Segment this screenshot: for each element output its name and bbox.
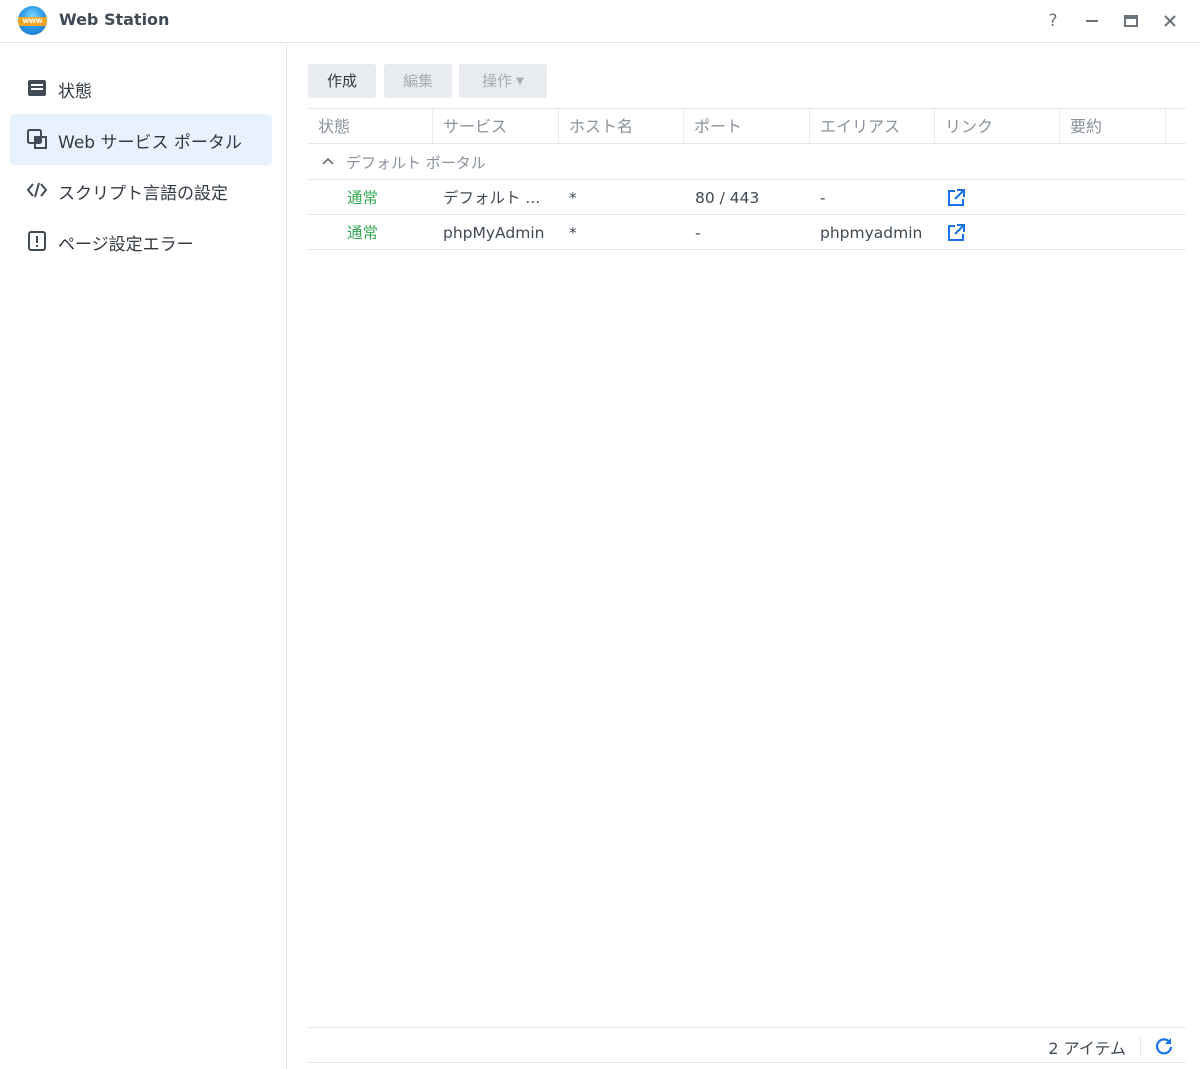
service-cell: phpMyAdmin (443, 224, 545, 242)
group-label: デフォルト ポータル (346, 154, 486, 172)
close-button[interactable] (1157, 8, 1183, 34)
create-button[interactable]: 作成 (308, 64, 376, 98)
app-logo-icon: WWW (18, 6, 47, 35)
sidebar-item-label: スクリプト言語の設定 (58, 184, 228, 204)
main-panel: 作成 編集 操作 ▼ 状態 サービス ホスト名 ポート エイリアス リンク 要約 … (288, 44, 1200, 1069)
sidebar-item-error-page[interactable]: ページ設定エラー (10, 216, 272, 267)
column-header-port[interactable]: ポート (684, 109, 810, 144)
column-header-alias[interactable]: エイリアス (810, 109, 935, 144)
window-title: Web Station (59, 10, 170, 29)
sidebar-item-script-language[interactable]: スクリプト言語の設定 (10, 165, 272, 216)
title-bar: WWW Web Station ? (0, 0, 1200, 43)
sidebar-item-label: 状態 (58, 82, 92, 102)
item-count: 2 アイテム (1048, 1039, 1126, 1058)
table-header: 状態 サービス ホスト名 ポート エイリアス リンク 要約 (308, 108, 1186, 144)
status-icon (28, 80, 46, 96)
column-header-summary[interactable]: 要約 (1060, 109, 1166, 144)
minimize-icon (1086, 20, 1098, 22)
external-link-icon[interactable] (946, 188, 966, 208)
column-header-service[interactable]: サービス (433, 109, 559, 144)
portal-table: 状態 サービス ホスト名 ポート エイリアス リンク 要約 デフォルト ポータル… (308, 108, 1186, 250)
maximize-icon (1124, 15, 1138, 27)
port-cell: - (695, 224, 701, 242)
chevron-up-icon[interactable] (320, 153, 336, 169)
external-link-icon[interactable] (946, 223, 966, 243)
table-row[interactable]: 通常 デフォルト ... * 80 / 443 - (308, 180, 1186, 215)
edit-button[interactable]: 編集 (384, 64, 452, 98)
action-label: 操作 (482, 72, 513, 90)
port-cell: 80 / 443 (695, 189, 760, 207)
table-footer: 2 アイテム (308, 1027, 1186, 1063)
sidebar-item-label: ページ設定エラー (58, 235, 194, 255)
maximize-button[interactable] (1118, 8, 1144, 34)
sidebar-item-label: Web サービス ポータル (58, 133, 242, 153)
status-cell: 通常 (347, 224, 379, 242)
hostname-cell: * (569, 189, 577, 207)
group-row-default-portal[interactable]: デフォルト ポータル (308, 144, 1186, 180)
action-dropdown[interactable]: 操作 ▼ (459, 64, 547, 98)
refresh-icon[interactable] (1154, 1036, 1174, 1056)
code-icon (26, 182, 48, 198)
sidebar: 状態 Web サービス ポータル スクリプト言語の設定 ページ設定エラー (0, 44, 287, 1069)
column-header-hostname[interactable]: ホスト名 (559, 109, 684, 144)
error-page-icon (28, 231, 46, 251)
alias-cell: - (820, 189, 826, 207)
chevron-down-icon: ▼ (516, 75, 524, 87)
divider (1140, 1036, 1141, 1056)
column-header-status[interactable]: 状態 (308, 109, 433, 144)
minimize-button[interactable] (1079, 8, 1105, 34)
column-header-link[interactable]: リンク (935, 109, 1060, 144)
status-cell: 通常 (347, 189, 379, 207)
alias-cell: phpmyadmin (820, 224, 923, 242)
service-cell: デフォルト ... (443, 189, 541, 207)
hostname-cell: * (569, 224, 577, 242)
sidebar-item-status[interactable]: 状態 (10, 63, 272, 114)
help-button[interactable]: ? (1040, 8, 1066, 34)
table-row[interactable]: 通常 phpMyAdmin * - phpmyadmin (308, 215, 1186, 250)
close-icon (1164, 15, 1176, 27)
sidebar-item-web-service-portal[interactable]: Web サービス ポータル (10, 114, 272, 165)
portal-icon (27, 129, 47, 149)
